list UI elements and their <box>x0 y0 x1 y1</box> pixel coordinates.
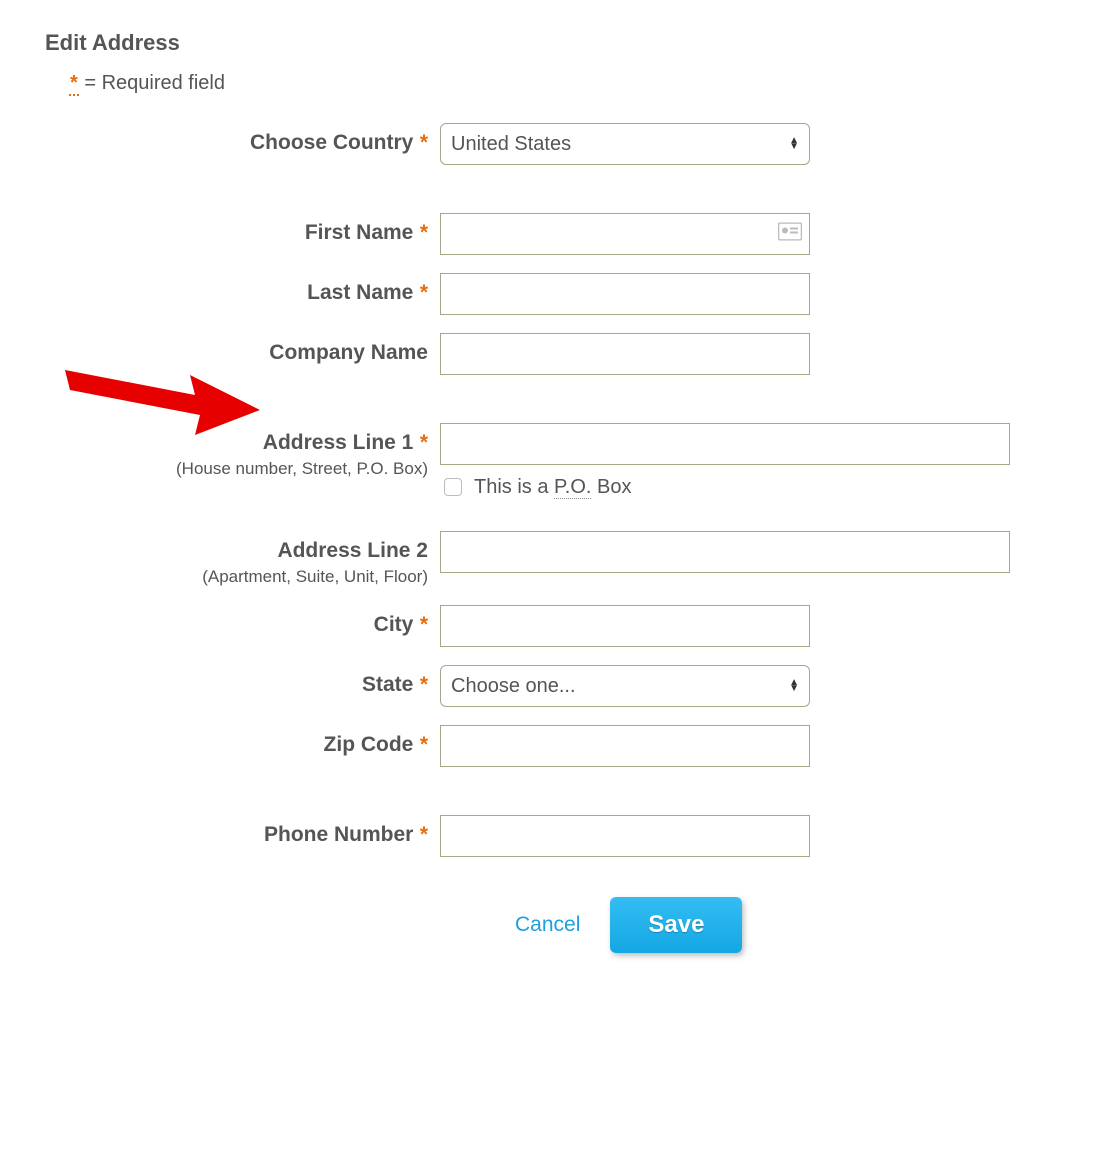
city-input[interactable] <box>440 605 810 647</box>
city-label: City <box>374 613 414 636</box>
address1-hint: (House number, Street, P.O. Box) <box>45 459 428 479</box>
required-star-icon: * <box>420 221 428 244</box>
address2-hint: (Apartment, Suite, Unit, Floor) <box>45 567 428 587</box>
required-star-icon: * <box>420 131 428 154</box>
cancel-link[interactable]: Cancel <box>515 913 580 937</box>
required-star-icon: * <box>420 673 428 696</box>
po-box-label: This is a P.O. Box <box>474 476 632 499</box>
phone-input[interactable] <box>440 815 810 857</box>
country-select-value: United States <box>451 133 571 156</box>
country-label: Choose Country <box>250 131 413 154</box>
address2-label: Address Line 2 <box>277 539 428 562</box>
required-star-icon: * <box>420 281 428 304</box>
zip-label: Zip Code <box>324 733 414 756</box>
phone-label: Phone Number <box>264 823 413 846</box>
po-box-checkbox[interactable] <box>444 478 462 496</box>
company-name-input[interactable] <box>440 333 810 375</box>
last-name-label: Last Name <box>307 281 413 304</box>
chevron-updown-icon: ▲▼ <box>789 680 799 692</box>
address1-input[interactable] <box>440 423 1010 465</box>
address1-label: Address Line 1 <box>263 431 414 454</box>
state-select-value: Choose one... <box>451 675 576 698</box>
first-name-input[interactable] <box>440 213 810 255</box>
address2-input[interactable] <box>440 531 1010 573</box>
save-button[interactable]: Save <box>610 897 742 953</box>
zip-input[interactable] <box>440 725 810 767</box>
chevron-updown-icon: ▲▼ <box>789 138 799 150</box>
required-star-icon: * <box>69 72 79 96</box>
contact-card-icon <box>778 223 802 246</box>
required-star-icon: * <box>420 431 428 454</box>
first-name-label: First Name <box>305 221 414 244</box>
page-title: Edit Address <box>45 30 1057 56</box>
required-star-icon: * <box>420 733 428 756</box>
required-star-icon: * <box>420 613 428 636</box>
required-field-note: * = Required field <box>69 72 1057 95</box>
company-name-label: Company Name <box>269 341 428 364</box>
country-select[interactable]: United States ▲▼ <box>440 123 810 165</box>
state-select[interactable]: Choose one... ▲▼ <box>440 665 810 707</box>
required-star-icon: * <box>420 823 428 846</box>
last-name-input[interactable] <box>440 273 810 315</box>
state-label: State <box>362 673 413 696</box>
